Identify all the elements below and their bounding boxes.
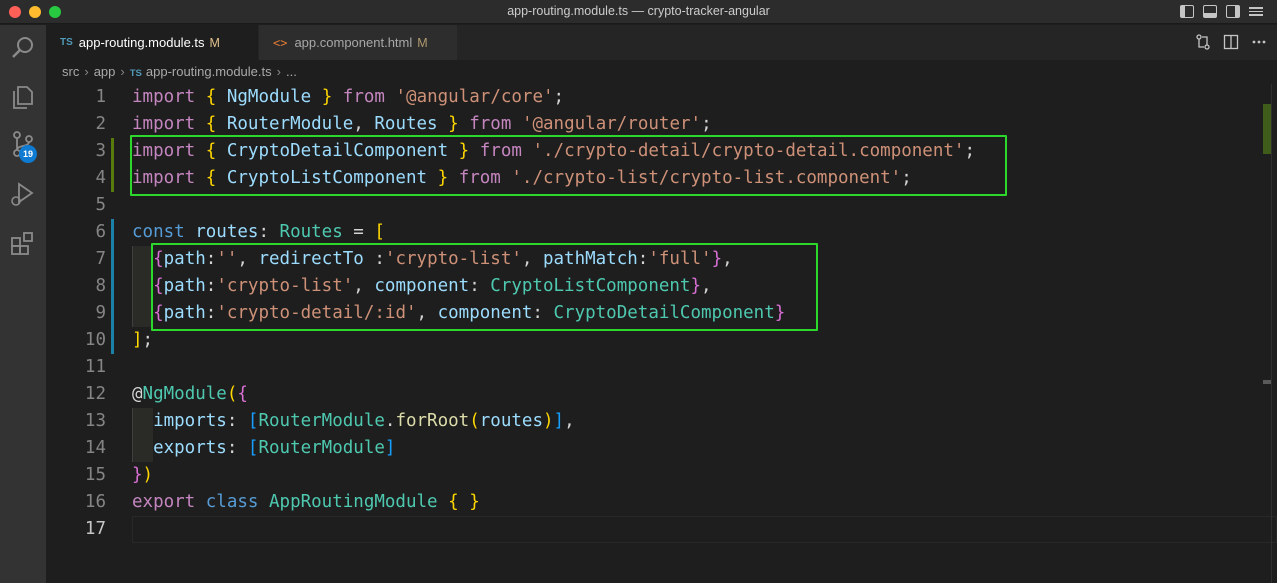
activity-bar: 19 bbox=[0, 25, 46, 583]
scrollbar-change-marker bbox=[1263, 104, 1271, 154]
split-editor-icon[interactable] bbox=[1223, 34, 1239, 54]
code-line: 17 bbox=[84, 519, 106, 539]
breadcrumb: src › app › TS app-routing.module.ts ›... bbox=[46, 60, 1277, 84]
breadcrumb-item[interactable]: app-routing.module.ts bbox=[146, 64, 272, 79]
typescript-file-icon: TS bbox=[129, 68, 142, 79]
code-line: 6 const routes: Routes = [ bbox=[95, 222, 385, 242]
code-line: 10 ]; bbox=[84, 330, 154, 350]
toggle-secondary-sidebar-icon[interactable] bbox=[1226, 5, 1240, 18]
title-bar: app-routing.module.ts — crypto-tracker-a… bbox=[0, 0, 1277, 24]
extensions-icon[interactable] bbox=[8, 228, 38, 258]
customize-layout-icon[interactable] bbox=[1249, 5, 1263, 18]
code-line: 15 }) bbox=[84, 465, 154, 485]
breadcrumb-item[interactable]: app bbox=[94, 64, 116, 79]
html-file-icon: <> bbox=[273, 35, 288, 50]
source-control-badge: 19 bbox=[19, 145, 37, 163]
tab-bar: TS app-routing.module.ts M <> app.compon… bbox=[46, 25, 1277, 60]
code-line: 14 exports: [RouterModule] bbox=[84, 438, 396, 458]
window-title: app-routing.module.ts — crypto-tracker-a… bbox=[507, 4, 770, 18]
code-line: 11 bbox=[84, 357, 106, 377]
code-line: 13 imports: [RouterModule.forRoot(routes… bbox=[84, 411, 575, 431]
open-changes-icon[interactable] bbox=[1195, 34, 1211, 54]
modified-indicator: M bbox=[209, 35, 220, 50]
chevron-right-icon: › bbox=[276, 64, 281, 79]
code-editor[interactable]: 1 import { NgModule } from '@angular/cor… bbox=[46, 84, 1277, 583]
toggle-panel-icon[interactable] bbox=[1203, 5, 1217, 18]
breadcrumb-item[interactable]: src bbox=[62, 64, 79, 79]
highlight-box-routes bbox=[151, 243, 818, 331]
more-actions-icon[interactable] bbox=[1251, 34, 1267, 54]
code-line: 5 bbox=[95, 195, 106, 215]
search-icon[interactable] bbox=[8, 33, 38, 63]
chevron-right-icon: › bbox=[84, 64, 89, 79]
highlight-box-imports bbox=[130, 135, 1007, 196]
code-line: 2 import { RouterModule, Routes } from '… bbox=[95, 114, 712, 134]
chevron-right-icon: › bbox=[120, 64, 125, 79]
code-line: 16 export class AppRoutingModule { } bbox=[84, 492, 480, 512]
tab-label: app.component.html bbox=[294, 35, 413, 50]
breadcrumb-item[interactable]: ... bbox=[286, 64, 297, 79]
run-debug-icon[interactable] bbox=[8, 179, 38, 209]
modified-indicator: M bbox=[417, 35, 428, 50]
tab-app-component-html[interactable]: <> app.component.html M bbox=[259, 25, 457, 60]
tab-label: app-routing.module.ts bbox=[78, 35, 205, 50]
code-line: 1 import { NgModule } from '@angular/cor… bbox=[95, 87, 565, 107]
scrollbar-marker bbox=[1263, 380, 1271, 384]
files-icon[interactable] bbox=[8, 82, 38, 112]
tab-app-routing-module[interactable]: TS app-routing.module.ts M bbox=[46, 25, 258, 60]
toggle-sidebar-icon[interactable] bbox=[1180, 5, 1194, 18]
typescript-file-icon: TS bbox=[60, 37, 73, 48]
code-line: 12 @NgModule({ bbox=[84, 384, 248, 404]
